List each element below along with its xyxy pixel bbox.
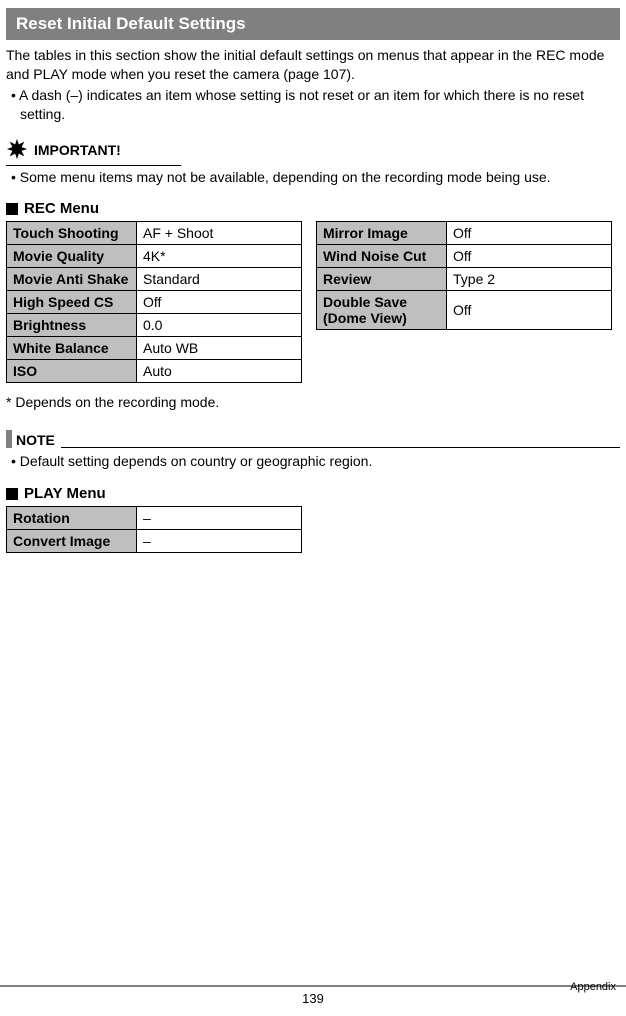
- table-row: White BalanceAuto WB: [7, 337, 302, 360]
- intro-text: The tables in this section show the init…: [6, 46, 620, 84]
- table-row: Movie Anti ShakeStandard: [7, 268, 302, 291]
- cell-value: 0.0: [137, 314, 302, 337]
- page-body: The tables in this section show the init…: [0, 46, 626, 553]
- cell-label: Double Save (Dome View): [317, 291, 447, 330]
- cell-value: Auto WB: [137, 337, 302, 360]
- cell-label: ISO: [7, 360, 137, 383]
- intro-bullet: • A dash (–) indicates an item whose set…: [6, 86, 620, 124]
- play-menu-label: PLAY Menu: [24, 485, 106, 502]
- cell-value: –: [137, 507, 302, 530]
- section-label: Appendix: [570, 981, 616, 993]
- cell-value: Type 2: [447, 268, 612, 291]
- rec-menu-label: REC Menu: [24, 200, 99, 217]
- cell-label: Convert Image: [7, 530, 137, 553]
- table-row: Mirror ImageOff: [317, 222, 612, 245]
- important-bullet: • Some menu items may not be available, …: [6, 168, 620, 187]
- cell-label: Touch Shooting: [7, 222, 137, 245]
- table-row: Double Save (Dome View)Off: [317, 291, 612, 330]
- cell-value: Off: [447, 291, 612, 330]
- table-row: Rotation–: [7, 507, 302, 530]
- table-row: Touch ShootingAF + Shoot: [7, 222, 302, 245]
- rec-table-left: Touch ShootingAF + Shoot Movie Quality4K…: [6, 221, 302, 383]
- table-row: ISOAuto: [7, 360, 302, 383]
- cell-value: AF + Shoot: [137, 222, 302, 245]
- cell-label: Review: [317, 268, 447, 291]
- cell-value: Off: [137, 291, 302, 314]
- square-bullet-icon: [6, 203, 18, 215]
- cell-value: –: [137, 530, 302, 553]
- table-row: Movie Quality4K*: [7, 245, 302, 268]
- square-bullet-icon: [6, 488, 18, 500]
- rec-tables: Touch ShootingAF + Shoot Movie Quality4K…: [6, 221, 620, 383]
- cell-value: Off: [447, 245, 612, 268]
- page-footer: 139 Appendix: [0, 985, 626, 1006]
- page-title-bar: Reset Initial Default Settings: [6, 8, 620, 40]
- table-row: High Speed CSOff: [7, 291, 302, 314]
- rec-footnote: * Depends on the recording mode.: [6, 393, 620, 412]
- important-heading: IMPORTANT!: [6, 138, 181, 166]
- cell-label: Rotation: [7, 507, 137, 530]
- cell-label: High Speed CS: [7, 291, 137, 314]
- cell-label: White Balance: [7, 337, 137, 360]
- play-table: Rotation– Convert Image–: [6, 506, 302, 553]
- cell-value: Off: [447, 222, 612, 245]
- cell-label: Wind Noise Cut: [317, 245, 447, 268]
- important-label: IMPORTANT!: [34, 142, 121, 158]
- rec-table-right: Mirror ImageOff Wind Noise CutOff Review…: [316, 221, 612, 330]
- cell-label: Mirror Image: [317, 222, 447, 245]
- play-menu-heading: PLAY Menu: [6, 485, 620, 502]
- cell-value: Standard: [137, 268, 302, 291]
- table-row: ReviewType 2: [317, 268, 612, 291]
- page-title: Reset Initial Default Settings: [16, 14, 246, 33]
- cell-label: Movie Quality: [7, 245, 137, 268]
- table-row: Brightness0.0: [7, 314, 302, 337]
- note-bar-icon: [6, 430, 12, 448]
- note-heading: NOTE: [6, 430, 620, 448]
- cell-label: Brightness: [7, 314, 137, 337]
- note-label: NOTE: [16, 432, 55, 448]
- note-rule: [61, 438, 620, 448]
- cell-value: 4K*: [137, 245, 302, 268]
- cell-label: Movie Anti Shake: [7, 268, 137, 291]
- note-bullet: • Default setting depends on country or …: [6, 452, 620, 471]
- table-row: Convert Image–: [7, 530, 302, 553]
- page-number: 139: [302, 991, 324, 1006]
- rec-menu-heading: REC Menu: [6, 200, 620, 217]
- cell-value: Auto: [137, 360, 302, 383]
- burst-icon: [6, 138, 28, 163]
- table-row: Wind Noise CutOff: [317, 245, 612, 268]
